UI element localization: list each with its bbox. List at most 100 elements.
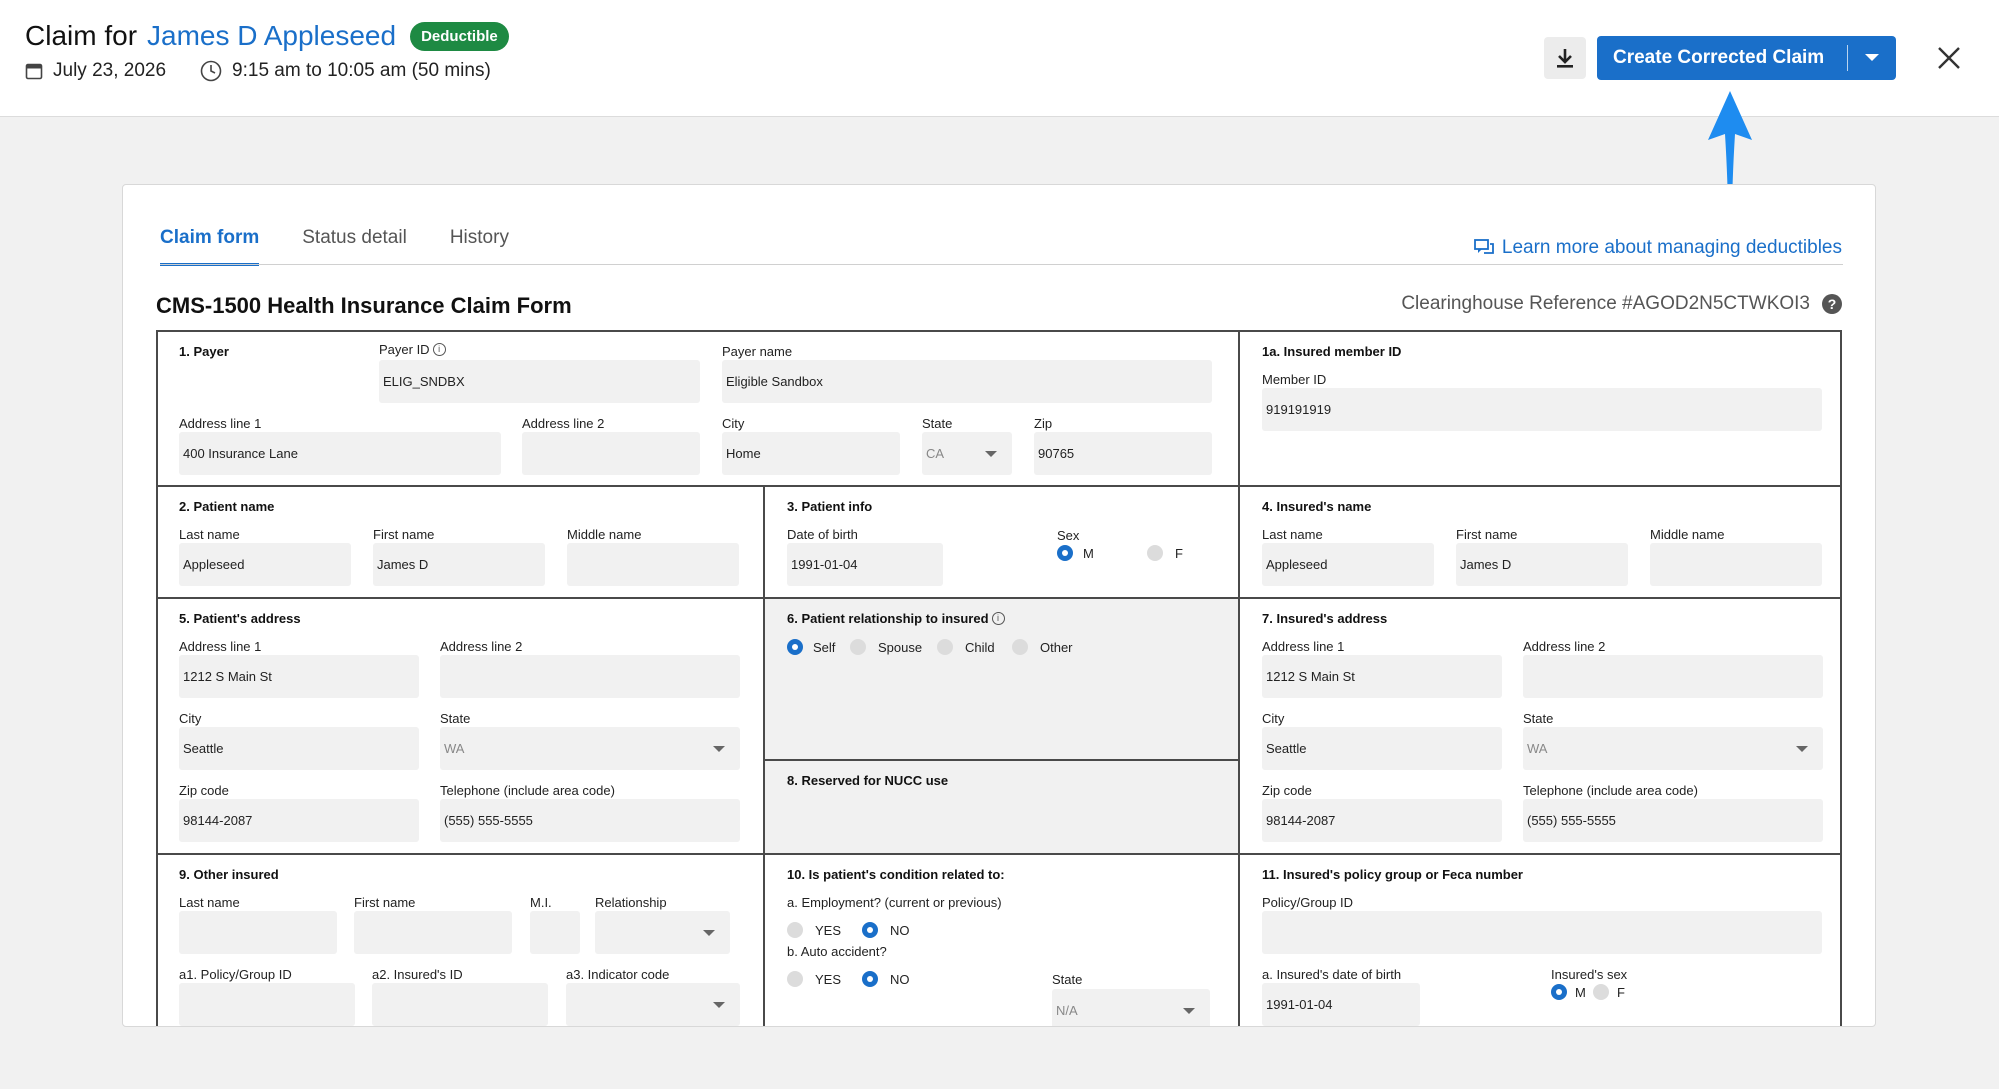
relationship-child-radio[interactable] (937, 639, 953, 655)
employment-no-radio[interactable] (862, 922, 878, 938)
download-button[interactable] (1544, 37, 1586, 79)
other-last-name-field[interactable] (179, 911, 337, 954)
middle-name-field[interactable] (1650, 543, 1822, 586)
policy-group-label: Policy/Group ID (1262, 895, 1354, 910)
dob-field[interactable]: 1991-01-04 (787, 543, 943, 586)
chevron-down-icon[interactable] (1848, 53, 1896, 63)
tab-history[interactable]: History (450, 227, 509, 266)
other-policy-id-field[interactable] (179, 983, 355, 1026)
insured-sex-f-label: F (1617, 985, 1625, 1000)
zip-field[interactable]: 98144-2087 (179, 799, 419, 842)
patient-name-link[interactable]: James D Appleseed (147, 20, 396, 52)
employment-yes-radio[interactable] (787, 922, 803, 938)
state-label: State (440, 711, 471, 726)
sex-f-label: F (1175, 546, 1183, 561)
relationship-spouse-radio[interactable] (850, 639, 866, 655)
claim-title: Claim for James D Appleseed Deductible (25, 20, 509, 52)
other-insured-id-field[interactable] (372, 983, 548, 1026)
section-title: 7. Insured's address (1262, 611, 1388, 626)
insured-sex-m-radio[interactable] (1551, 984, 1567, 1000)
auto-yes-radio[interactable] (787, 971, 803, 987)
patient-address-section: 5. Patient's address Address line 1 1212… (158, 599, 765, 855)
state-select[interactable]: CA (922, 432, 1012, 475)
sex-f-radio[interactable] (1147, 545, 1163, 561)
indicator-code-select[interactable] (566, 983, 740, 1026)
city-field[interactable]: Seattle (1262, 727, 1502, 770)
payer-section: 1. Payer Payer ID i ELIG_SNDBX Payer name… (158, 332, 1240, 487)
member-id-field[interactable]: 919191919 (1262, 388, 1822, 431)
learn-more-link[interactable]: Learn more about managing deductibles (1473, 237, 1842, 259)
auto-no-radio[interactable] (862, 971, 878, 987)
city-label: City (179, 711, 202, 726)
phone-field[interactable]: (555) 555-5555 (1523, 799, 1823, 842)
help-icon[interactable]: ? (1822, 294, 1842, 314)
phone-field[interactable]: (555) 555-5555 (440, 799, 740, 842)
sex-label: Sex (1057, 528, 1080, 543)
section-title: 1a. Insured member ID (1262, 344, 1402, 359)
zip-field[interactable]: 90765 (1034, 432, 1212, 475)
first-name-field[interactable]: James D (373, 543, 545, 586)
info-icon[interactable]: i (432, 343, 446, 356)
patient-info-section: 3. Patient info Date of birth 1991-01-04… (765, 487, 1240, 599)
address1-field[interactable]: 1212 S Main St (179, 655, 419, 698)
insured-dob-field[interactable]: 1991-01-04 (1262, 983, 1420, 1026)
address2-label: Address line 2 (522, 416, 605, 431)
policy-group-field[interactable] (1262, 911, 1822, 954)
section-title: 1. Payer (179, 344, 229, 359)
zip-field[interactable]: 98144-2087 (1262, 799, 1502, 842)
city-field[interactable]: Home (722, 432, 900, 475)
section-title: 5. Patient's address (179, 611, 301, 626)
tabs-divider (160, 264, 1843, 265)
city-field[interactable]: Seattle (179, 727, 419, 770)
first-name-field[interactable]: James D (1456, 543, 1628, 586)
relationship-label: Relationship (595, 895, 667, 910)
middle-name-field[interactable] (567, 543, 739, 586)
address2-field[interactable] (1523, 655, 1823, 698)
state-label: State (922, 416, 953, 431)
other-mi-field[interactable] (530, 911, 580, 954)
insured-member-section: 1a. Insured member ID Member ID 91919191… (1240, 332, 1842, 487)
create-corrected-claim-label: Create Corrected Claim (1613, 47, 1825, 68)
section-title: 4. Insured's name (1262, 499, 1372, 514)
clearinghouse-reference: Clearinghouse Reference #AGOD2N5CTWKOI3 … (1401, 293, 1842, 315)
create-corrected-claim-button[interactable]: Create Corrected Claim (1597, 36, 1896, 80)
payer-name-label: Payer name (722, 344, 793, 359)
last-name-field[interactable]: Appleseed (1262, 543, 1434, 586)
address1-field[interactable]: 400 Insurance Lane (179, 432, 501, 475)
first-name-label: First name (373, 527, 435, 542)
relationship-other-radio[interactable] (1012, 639, 1028, 655)
payer-name-field[interactable]: Eligible Sandbox (722, 360, 1212, 403)
insured-sex-f-radio[interactable] (1593, 984, 1609, 1000)
tab-status-detail[interactable]: Status detail (302, 227, 407, 266)
employment-no-label: NO (890, 923, 910, 938)
insured-id-label: a2. Insured's ID (372, 967, 463, 982)
state-label: State (1052, 972, 1083, 987)
last-name-field[interactable]: Appleseed (179, 543, 351, 586)
relationship-self-radio[interactable] (787, 639, 803, 655)
mi-label: M.I. (530, 895, 552, 910)
auto-accident-label: b. Auto accident? (787, 944, 887, 959)
sex-m-radio[interactable] (1057, 545, 1073, 561)
accident-state-select[interactable]: N/A (1052, 989, 1210, 1026)
state-select[interactable]: WA (440, 727, 740, 770)
other-first-name-field[interactable] (354, 911, 512, 954)
address2-field[interactable] (440, 655, 740, 698)
last-name-label: Last name (179, 895, 240, 910)
other-relationship-select[interactable] (595, 911, 730, 954)
payer-id-label: Payer ID i (379, 342, 446, 357)
state-select[interactable]: WA (1523, 727, 1823, 770)
close-icon[interactable] (1934, 43, 1964, 73)
relationship-other-label: Other (1040, 640, 1073, 655)
tab-claim-form[interactable]: Claim form (160, 227, 260, 266)
insured-dob-label: a. Insured's date of birth (1262, 967, 1402, 982)
address1-field[interactable]: 1212 S Main St (1262, 655, 1502, 698)
address2-field[interactable] (522, 432, 700, 475)
employment-label: a. Employment? (current or previous) (787, 895, 1002, 910)
city-label: City (722, 416, 745, 431)
cms1500-form: 1. Payer Payer ID i ELIG_SNDBX Payer name… (156, 330, 1842, 1026)
appointment-meta: July 23, 2026 9:15 am to 10:05 am (50 mi… (25, 60, 491, 82)
zip-label: Zip code (179, 783, 229, 798)
last-name-label: Last name (179, 527, 240, 542)
payer-id-field[interactable]: ELIG_SNDBX (379, 360, 700, 403)
info-icon[interactable]: i (991, 612, 1005, 625)
